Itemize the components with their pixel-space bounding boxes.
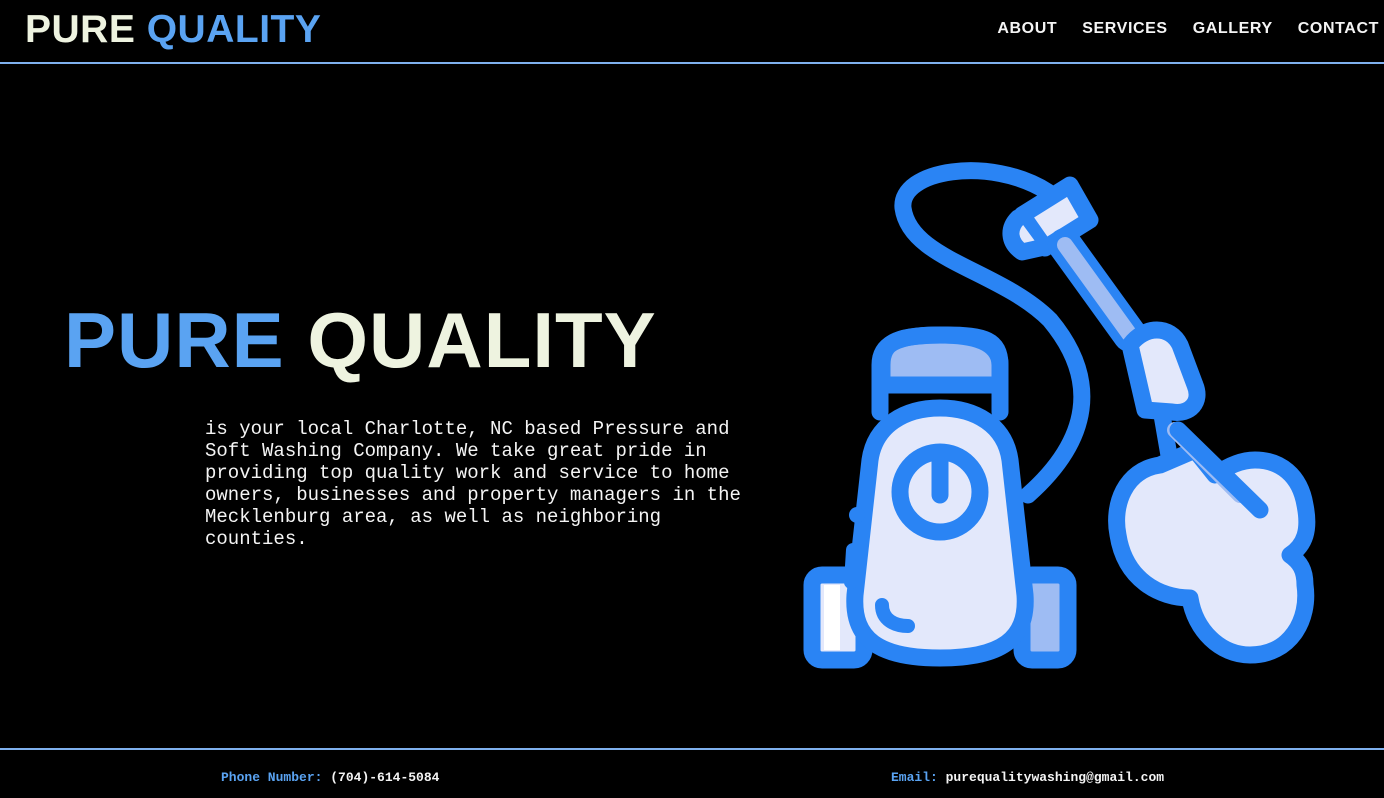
site-footer: Phone Number: (704)-614-5084 Email: pure… [0, 748, 1384, 798]
nav-about[interactable]: ABOUT [997, 19, 1057, 39]
email-link[interactable]: purequalitywashing@gmail.com [946, 770, 1164, 785]
hero-description: is your local Charlotte, NC based Pressu… [205, 418, 741, 550]
email-label: Email: [891, 770, 938, 785]
nav-services[interactable]: SERVICES [1082, 19, 1167, 39]
logo-word-pure: PURE [25, 8, 136, 51]
nav-contact[interactable]: CONTACT [1298, 19, 1379, 39]
main-nav: ABOUT SERVICES GALLERY CONTACT [997, 19, 1379, 39]
footer-email: Email: purequalitywashing@gmail.com [891, 770, 1164, 785]
hero-title-quality: QUALITY [307, 296, 657, 384]
site-logo[interactable]: PURE QUALITY [25, 8, 321, 52]
site-header: PURE QUALITY ABOUT SERVICES GALLERY CONT… [0, 0, 1384, 64]
logo-word-quality: QUALITY [146, 8, 322, 51]
phone-label: Phone Number: [221, 770, 323, 785]
pressure-washer-icon [803, 162, 1316, 669]
nav-gallery[interactable]: GALLERY [1193, 19, 1273, 39]
hero-title-pure: PURE [64, 296, 285, 384]
footer-phone: Phone Number: (704)-614-5084 [221, 770, 439, 785]
phone-number-link[interactable]: (704)-614-5084 [330, 770, 439, 785]
hero-title: PURE QUALITY [64, 296, 657, 384]
